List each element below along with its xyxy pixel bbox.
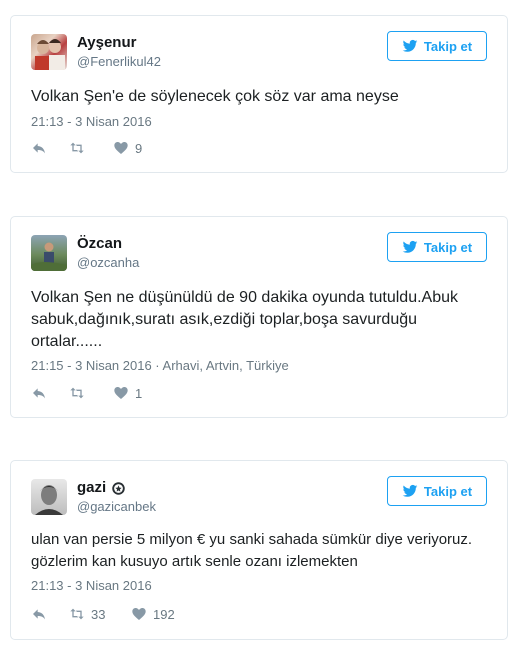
tweet-card: Ayşenur @Fenerlikul42 Takip et Volkan Şe…: [10, 15, 508, 173]
author-name-row: Ayşenur: [77, 34, 136, 52]
like-count: 192: [153, 606, 175, 622]
reply-button[interactable]: [31, 140, 69, 156]
twitter-bird-icon: [402, 484, 418, 497]
author-name-row: gazi: [77, 479, 126, 497]
avatar[interactable]: [31, 479, 67, 515]
retweet-icon: [70, 608, 84, 620]
like-count: 9: [135, 140, 143, 156]
retweet-icon: [70, 142, 84, 154]
avatar[interactable]: [31, 34, 67, 70]
tweet-text: Volkan Şen ne düşünüldü de 90 dakika oyu…: [31, 289, 458, 350]
author-handle[interactable]: @gazicanbek: [77, 499, 156, 515]
retweet-icon: [70, 387, 84, 399]
author-name[interactable]: gazi: [77, 479, 106, 497]
follow-label: Takip et: [423, 483, 473, 499]
avatar[interactable]: [31, 235, 67, 271]
reply-icon: [33, 609, 45, 620]
reply-button[interactable]: [31, 385, 69, 401]
heart-icon: [114, 387, 128, 399]
retweet-button[interactable]: [69, 140, 113, 156]
follow-button[interactable]: Takip et: [387, 232, 487, 262]
retweet-count: 33: [91, 606, 106, 622]
tweet-actions: 33 192: [31, 606, 175, 622]
retweet-button[interactable]: [69, 385, 113, 401]
tweet-text: ulan van persie 5 milyon € yu sanki saha…: [31, 531, 473, 570]
reply-icon: [33, 143, 45, 154]
follow-button[interactable]: Takip et: [387, 476, 487, 506]
author-handle[interactable]: @ozcanha: [77, 255, 139, 271]
verified-icon: [112, 481, 125, 495]
tweet-text: Volkan Şen'e de söylenecek çok söz var a…: [31, 88, 399, 105]
tweet-timestamp-location[interactable]: 21:15 - 3 Nisan 2016 · Arhavi, Artvin, T…: [31, 358, 289, 374]
author-name-row: Özcan: [77, 235, 122, 253]
like-button[interactable]: 1: [113, 385, 142, 401]
tweet-actions: 9: [31, 140, 142, 156]
author-name[interactable]: Özcan: [77, 235, 122, 253]
follow-label: Takip et: [423, 239, 473, 255]
follow-label: Takip et: [423, 38, 473, 54]
reply-icon: [33, 388, 45, 399]
retweet-button[interactable]: 33: [69, 606, 131, 622]
twitter-bird-icon: [402, 240, 418, 253]
follow-button[interactable]: Takip et: [387, 31, 487, 61]
tweet-card: Özcan @ozcanha Takip et Volkan Şen ne dü…: [10, 216, 508, 418]
like-count: 1: [135, 385, 143, 401]
reply-button[interactable]: [31, 606, 69, 622]
like-button[interactable]: 9: [113, 140, 142, 156]
twitter-bird-icon: [402, 39, 418, 52]
like-button[interactable]: 192: [131, 606, 175, 622]
tweet-timestamp[interactable]: 21:13 - 3 Nisan 2016: [31, 578, 152, 594]
heart-icon: [114, 142, 128, 154]
tweet-actions: 1: [31, 385, 142, 401]
tweet-card: gazi @gazicanbek Takip et ulan van persi…: [10, 460, 508, 640]
author-name[interactable]: Ayşenur: [77, 34, 136, 52]
heart-icon: [132, 608, 146, 620]
tweet-timestamp[interactable]: 21:13 - 3 Nisan 2016: [31, 114, 152, 130]
author-handle[interactable]: @Fenerlikul42: [77, 54, 161, 70]
